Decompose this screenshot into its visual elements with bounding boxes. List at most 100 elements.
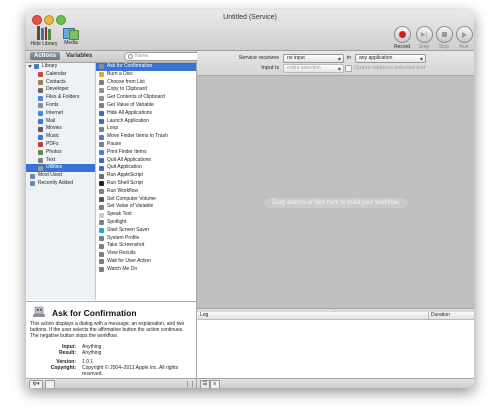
stop-button[interactable]: Stop [434,26,454,50]
action-icon [99,150,104,156]
step-button[interactable]: ▶| Step [414,26,434,50]
step-label: Step [418,44,430,50]
log-column-header[interactable]: Log [200,312,208,319]
category-item-recently-added[interactable]: Recently Added [26,180,95,188]
input-is-value: entire selection [287,65,321,71]
gear-icon[interactable]: ⚙▾ [29,380,43,388]
action-item-ask-for-confirmation[interactable]: Ask for Confirmation [96,63,196,71]
action-item-launch-application[interactable]: Launch Application [96,118,196,126]
action-label: Burn a Disc [107,70,133,77]
category-label: Fonts [46,101,59,108]
search-input[interactable]: Name [124,52,204,61]
action-item-view-results[interactable]: View Results [96,250,196,258]
service-receives-popup[interactable]: no input ◆ [283,54,344,63]
category-label: Files & Folders [46,94,80,101]
action-list: Ask for Confirmation Burn a Disc Choose fr… [96,63,196,300]
category-item-internet[interactable]: Internet [26,110,95,118]
action-item-print-finder-items[interactable]: Print Finder Items [96,149,196,157]
action-item-get-contents-of-clipboard[interactable]: Get Contents of Clipboard [96,94,196,102]
application-popup[interactable]: any application ◆ [355,54,426,63]
action-item-spotlight[interactable]: Spotlight [96,219,196,227]
category-icon [38,134,43,140]
library-bottom-bar: ⚙▾ [26,378,196,388]
description-toggle-icon[interactable] [45,380,55,388]
action-label: Copy to Clipboard [107,86,148,93]
record-icon [393,26,411,43]
category-item-pdfs[interactable]: PDFs [26,141,95,149]
in-label: in [346,55,351,61]
action-item-run-shell-script[interactable]: Run Shell Script [96,180,196,188]
category-item-utilities[interactable]: Utilities [26,164,95,173]
category-item-mail[interactable]: Mail [26,118,95,126]
category-item-most-used[interactable]: Most Used [26,172,95,180]
automator-window: Untitled (Service) Hide Library Media Re… [26,10,474,388]
tab-variables[interactable]: Variables [62,52,96,60]
action-icon [99,204,104,210]
action-icon [99,87,104,93]
action-item-run-applescript[interactable]: Run AppleScript [96,172,196,180]
media-button[interactable]: Media [60,26,82,46]
action-icon [99,72,104,78]
category-icon [38,157,43,163]
category-item-text[interactable]: Text [26,157,95,165]
resize-grip-icon[interactable] [187,381,193,387]
action-item-start-screen-saver[interactable]: Start Screen Saver [96,227,196,235]
action-item-pause[interactable]: Pause [96,141,196,149]
category-label: Developer [46,86,69,93]
input-is-popup[interactable]: entire selection ◆ [283,64,344,73]
action-item-set-value-of-variable[interactable]: Set Value of Variable [96,203,196,211]
hide-library-button[interactable]: Hide Library [30,26,58,47]
disclosure-triangle-icon[interactable] [28,65,32,69]
action-icon [99,243,104,249]
category-icon [38,150,43,156]
action-item-take-screenshot[interactable]: Take Screenshot [96,242,196,250]
category-item-photos[interactable]: Photos [26,149,95,157]
category-item-files-folders[interactable]: Files & Folders [26,94,95,102]
action-item-move-finder-items-to-trash[interactable]: Move Finder Items to Trash [96,133,196,141]
category-item-fonts[interactable]: Fonts [26,102,95,110]
action-item-run-workflow[interactable]: Run Workflow [96,188,196,196]
category-item-developer[interactable]: Developer [26,86,95,94]
action-label: Run AppleScript [107,172,143,179]
action-item-watch-me-do[interactable]: Watch Me Do [96,266,196,274]
action-icon [99,259,104,265]
library-books-icon [37,26,51,40]
action-icon [99,165,104,171]
category-item-library[interactable]: Library [26,63,95,71]
action-item-quit-all-applications[interactable]: Quit All Applications [96,157,196,165]
category-item-movies[interactable]: Movies [26,125,95,133]
category-item-music[interactable]: Music [26,133,95,141]
workflow-canvas[interactable]: Drag actions or files here to build your… [197,76,474,308]
action-item-loop[interactable]: Loop [96,125,196,133]
record-button[interactable]: Record [392,26,412,50]
action-item-copy-to-clipboard[interactable]: Copy to Clipboard [96,86,196,94]
library-pane: Actions Variables Name Library Calendar Co… [26,51,204,388]
duration-column-header[interactable]: Duration [428,312,450,319]
category-icon [38,79,43,85]
action-item-quit-application[interactable]: Quit Application [96,164,196,172]
copyright-value: Copyright © 2004–2011 Apple Inc. All rig… [82,365,179,377]
search-placeholder: Name [135,53,149,59]
action-item-choose-from-list[interactable]: Choose from List [96,79,196,87]
action-item-burn-a-disc[interactable]: Burn a Disc [96,71,196,79]
action-icon [99,181,104,187]
category-item-contacts[interactable]: Contacts [26,79,95,87]
category-label: Internet [46,109,63,116]
action-item-speak-text[interactable]: Speak Text [96,211,196,219]
replaces-text-checkbox[interactable] [345,65,352,72]
category-label: Recently Added [38,179,74,186]
category-label: Photos [46,148,62,155]
action-label: Run Workflow [107,187,139,194]
action-item-get-value-of-variable[interactable]: Get Value of Variable [96,102,196,110]
action-label: Choose from List [107,78,145,85]
action-item-hide-all-applications[interactable]: Hide All Applications [96,110,196,118]
action-item-system-profile[interactable]: System Profile [96,235,196,243]
run-button[interactable]: Run [454,26,474,50]
log-header: Log Duration [197,312,474,320]
list-view-icon[interactable]: ☰ [200,380,210,388]
action-item-set-computer-volume[interactable]: Set Computer Volume [96,196,196,204]
category-item-calendar[interactable]: Calendar [26,71,95,79]
log-view-icon[interactable]: ≡ [210,380,220,388]
action-item-wait-for-user-action[interactable]: Wait for User Action [96,258,196,266]
tab-actions[interactable]: Actions [30,52,61,60]
